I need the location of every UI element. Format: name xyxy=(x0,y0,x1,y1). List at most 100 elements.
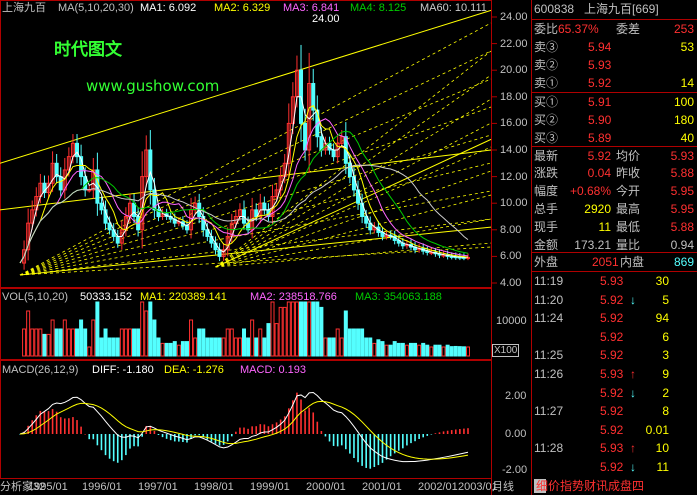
stat-value-2: 5.88 xyxy=(670,166,694,180)
macd-bar xyxy=(194,434,196,436)
volume-bar xyxy=(339,337,344,357)
tick-volume: 11 xyxy=(656,460,669,474)
macd-bar xyxy=(402,434,404,449)
volume-bar xyxy=(347,328,352,357)
time-axis-label: 1995/01 xyxy=(28,481,68,493)
webi-label: 委比 xyxy=(534,22,559,36)
macd-bar xyxy=(88,434,91,440)
macd-bar xyxy=(235,431,237,434)
buy-row[interactable]: 买③ 5.89 40 xyxy=(532,129,697,147)
tick-row[interactable]: 5.92 ↓ 2 xyxy=(532,384,697,402)
macd-bar xyxy=(446,430,449,434)
volume-bar xyxy=(413,342,418,357)
stat-label-1: 最新 xyxy=(534,149,559,163)
sell-row[interactable]: 卖③ 5.94 53 xyxy=(532,38,697,56)
volume-bar xyxy=(22,328,27,357)
book-label: 买② xyxy=(534,113,559,127)
candle-body xyxy=(115,235,120,244)
volume-bar xyxy=(95,301,100,357)
tick-row[interactable]: 11:24 5.92 94 xyxy=(532,309,697,327)
volume-bar xyxy=(79,319,84,357)
tick-price: 5.92 xyxy=(600,348,624,363)
macd-bar xyxy=(345,434,347,450)
macd-bar xyxy=(64,418,66,434)
book-price: 5.94 xyxy=(588,40,612,54)
fan-line xyxy=(19,134,492,276)
macd-bar xyxy=(430,434,433,435)
volume-bar xyxy=(282,306,287,357)
tick-row[interactable]: 5.92 0.01 xyxy=(532,421,697,439)
price-axis-label: 12.00 xyxy=(500,170,528,183)
stat-label-1: 涨跌 xyxy=(534,166,559,180)
macd-bar xyxy=(340,434,343,446)
outer-label: 外盘 xyxy=(534,255,559,269)
volume-bar xyxy=(160,342,165,357)
fan-line xyxy=(215,74,492,268)
macd-bar xyxy=(349,434,351,454)
stat-value-1: 0.04 xyxy=(587,166,611,180)
stat-row: 最新 5.92 均价 5.93 xyxy=(532,146,697,165)
book-price: 5.91 xyxy=(588,95,612,109)
time-axis-label: 1997/01 xyxy=(138,481,178,493)
tick-time: 11:26 xyxy=(534,367,564,381)
sell-row[interactable]: 卖② 5.93 xyxy=(532,56,697,74)
fan-line xyxy=(19,22,492,276)
tick-row[interactable]: 11:28 5.93 ↑ 10 xyxy=(532,439,697,457)
macd-bar xyxy=(312,412,315,434)
volume-bar xyxy=(404,344,409,357)
tick-row[interactable]: 11:19 5.93 30 xyxy=(532,272,697,290)
kline-chart[interactable] xyxy=(0,0,532,495)
volume-bar xyxy=(286,301,291,357)
candle-body xyxy=(132,202,137,217)
volume-bar xyxy=(66,328,71,357)
volume-bar xyxy=(453,345,458,357)
watermark-title: 时代图文 xyxy=(54,40,122,60)
macd-bar xyxy=(243,427,245,434)
volume-bar xyxy=(99,337,104,357)
volume-bar xyxy=(360,328,365,357)
bottom-tabs[interactable]: 细价指势财讯成盘四 xyxy=(532,477,697,495)
price-axis-label: 10.00 xyxy=(500,197,528,210)
macd-bar xyxy=(255,426,258,434)
tick-row[interactable]: 5.92 6 xyxy=(532,328,697,346)
macd-bar xyxy=(96,434,99,446)
tick-row[interactable]: 11:26 5.93 ↑ 9 xyxy=(532,365,697,383)
volume-bar xyxy=(466,346,470,357)
volume-bar xyxy=(75,328,80,357)
sell-row[interactable]: 卖① 5.92 14 xyxy=(532,74,697,92)
tick-row[interactable]: 5.92 ↓ 11 xyxy=(532,458,697,476)
macd-bar xyxy=(226,434,229,442)
stat-value-2: 5.95 xyxy=(670,184,694,198)
volume-bar xyxy=(307,301,312,357)
tick-row[interactable]: 11:25 5.92 3 xyxy=(532,346,697,364)
arrow-up-icon: ↑ xyxy=(630,441,636,456)
volume-bar xyxy=(233,337,238,357)
volume-bar xyxy=(168,342,173,357)
vol-ma2: MA2: 238518.766 xyxy=(250,291,337,303)
macd-diff-line xyxy=(19,392,469,463)
macd-bar xyxy=(414,434,416,442)
buy-row[interactable]: 买② 5.90 180 xyxy=(532,111,697,129)
stat-row: 涨跌 0.04 昨收 5.88 xyxy=(532,164,697,182)
volume-bar xyxy=(50,319,55,357)
volume-bar xyxy=(136,328,141,357)
stat-value-1: 11 xyxy=(598,220,611,234)
volume-bar xyxy=(449,346,454,357)
macd-bar xyxy=(442,431,445,434)
bottom-tabs-text[interactable]: 细价指势财讯成盘四 xyxy=(536,477,644,495)
volume-bar xyxy=(457,346,462,357)
time-axis-label: 1996/01 xyxy=(82,481,122,493)
ma60-value: MA60: 10.111 xyxy=(420,2,487,14)
tick-row[interactable]: 11:27 5.92 8 xyxy=(532,402,697,420)
buy-row[interactable]: 买① 5.91 100 xyxy=(532,93,697,111)
volume-bar xyxy=(201,328,206,357)
arrow-down-icon: ↓ xyxy=(630,292,636,307)
macd-bar xyxy=(104,434,107,456)
macd-bar xyxy=(218,434,221,446)
stat-label-2: 昨收 xyxy=(616,166,641,180)
macd-bar xyxy=(353,434,355,459)
tick-row[interactable]: 11:20 5.92 ↓ 5 xyxy=(532,291,697,309)
tick-price: 5.92 xyxy=(600,329,624,344)
ma4-value: MA4: 8.125 xyxy=(350,2,407,14)
book-label: 卖① xyxy=(534,76,559,90)
